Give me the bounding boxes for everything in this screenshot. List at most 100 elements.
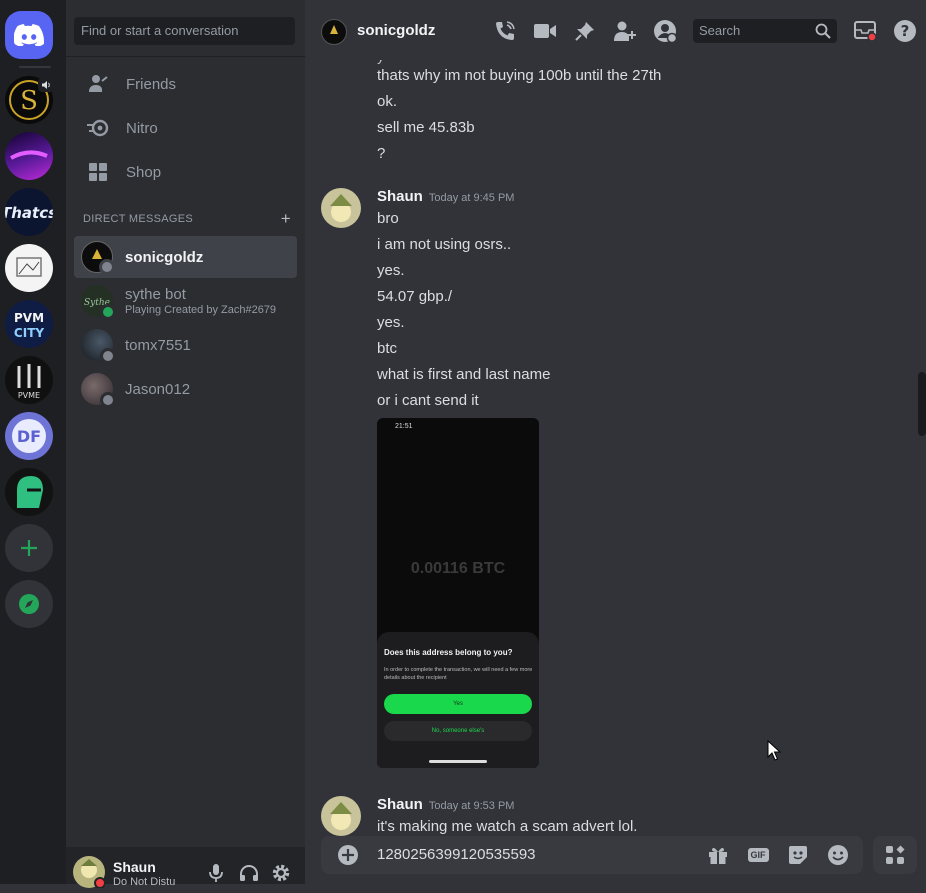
- plus-icon: [21, 540, 37, 556]
- sticker-icon: [789, 846, 807, 864]
- status-online-icon: [100, 304, 116, 320]
- add-server-button[interactable]: [5, 524, 53, 572]
- nav-nitro[interactable]: Nitro: [74, 108, 297, 148]
- search-input[interactable]: Search: [693, 19, 837, 43]
- create-dm-button[interactable]: +: [281, 210, 291, 227]
- message-line: yes.: [377, 262, 405, 279]
- dm-item-tomx7551[interactable]: tomx7551: [74, 324, 297, 366]
- dm-item-sythe-bot[interactable]: Sythe sythe bot Playing Created by Zach#…: [74, 280, 297, 322]
- explore-servers-button[interactable]: [5, 580, 53, 628]
- server-icon-thatcs[interactable]: Thatcs: [5, 188, 53, 236]
- avatar: [81, 241, 115, 275]
- status-offline-icon: [100, 348, 116, 364]
- apps-button[interactable]: [873, 836, 917, 874]
- find-conversation-input[interactable]: Find or start a conversation: [74, 17, 295, 45]
- message-line: bro: [377, 210, 399, 227]
- avatar-figure-icon: [81, 859, 106, 889]
- server-icon-purple[interactable]: [5, 132, 53, 180]
- message-line: ok.: [377, 93, 398, 110]
- phone-call-icon: [496, 21, 515, 40]
- svg-text:DF: DF: [17, 427, 41, 446]
- start-video-call-button[interactable]: [532, 18, 558, 44]
- message-line: yes.: [377, 314, 405, 331]
- help-button[interactable]: ?: [892, 18, 918, 44]
- emoji-picker-button[interactable]: [827, 844, 849, 866]
- message-author[interactable]: Shaun Today at 9:45 PM: [377, 188, 514, 205]
- svg-text:?: ?: [901, 22, 910, 40]
- smiley-icon: [828, 845, 848, 865]
- server-icon-pvm-city[interactable]: PVM CITY: [5, 300, 53, 348]
- svg-text:Thatcs: Thatcs: [5, 204, 53, 222]
- dialog-no-button: No, someone else's: [384, 721, 532, 741]
- message-input-text[interactable]: 1280256399120535593: [377, 846, 536, 863]
- inbox-button[interactable]: [852, 18, 878, 44]
- svg-text:PVM: PVM: [14, 311, 44, 325]
- shop-icon: [86, 160, 110, 184]
- avatar: Sythe: [81, 285, 116, 320]
- speaker-icon: [38, 78, 54, 92]
- dm-name: tomx7551: [125, 336, 191, 354]
- rail-separator: [19, 66, 51, 68]
- image-attachment[interactable]: 21:51 0.00116 BTC Does this address belo…: [377, 418, 539, 768]
- send-gift-button[interactable]: [707, 844, 729, 866]
- server-icon-pvme[interactable]: PVME: [5, 356, 53, 404]
- start-voice-call-button[interactable]: [492, 18, 518, 44]
- author-name: Shaun: [377, 796, 423, 813]
- message-line: or i cant send it: [377, 392, 479, 409]
- dm-item-sonicgoldz[interactable]: sonicgoldz: [74, 236, 297, 278]
- dm-item-jason012[interactable]: Jason012: [74, 368, 297, 410]
- avatar: [81, 373, 116, 408]
- message-avatar[interactable]: [321, 188, 361, 228]
- dm-name: sythe bot: [125, 286, 186, 303]
- user-profile-button[interactable]: [652, 18, 678, 44]
- avatar-figure-icon: [330, 802, 352, 830]
- sticker-picker-button[interactable]: [787, 844, 809, 866]
- svg-text:CITY: CITY: [14, 326, 44, 340]
- message-line: sell me 45.83b: [377, 119, 475, 136]
- gear-icon: [272, 864, 290, 882]
- home-indicator: [429, 760, 487, 763]
- compass-icon: [19, 594, 39, 614]
- sketch-logo-icon: [16, 257, 42, 277]
- message-composer[interactable]: 1280256399120535593 GIF: [321, 836, 863, 874]
- apps-icon: [886, 845, 905, 864]
- dm-name: sonicgoldz: [125, 248, 204, 266]
- nav-friends[interactable]: Friends: [74, 64, 297, 104]
- svg-text:S: S: [20, 86, 38, 116]
- channel-header: sonicgoldz Search ?: [305, 0, 926, 60]
- upload-attachment-button[interactable]: [337, 844, 359, 866]
- inbox-icon: [854, 21, 877, 42]
- message-scrollbar[interactable]: [918, 372, 926, 436]
- header-avatar: [321, 19, 347, 45]
- server-icon-df[interactable]: DF: [5, 412, 53, 460]
- gif-picker-button[interactable]: GIF: [747, 844, 769, 866]
- message-line: 54.07 gbp./: [377, 288, 453, 305]
- nav-nitro-label: Nitro: [126, 119, 158, 137]
- user-avatar[interactable]: [73, 856, 106, 889]
- add-friends-to-dm-button[interactable]: [612, 18, 638, 44]
- deafen-button[interactable]: [238, 862, 260, 884]
- user-panel: Shaun Do Not Distu: [66, 847, 305, 889]
- user-settings-button[interactable]: [270, 862, 292, 884]
- discord-home-button[interactable]: [5, 11, 53, 59]
- message-avatar[interactable]: [321, 796, 361, 836]
- direct-messages-header: DIRECT MESSAGES +: [83, 210, 291, 227]
- gift-icon: [709, 847, 727, 864]
- df-logo-icon: DF: [12, 419, 46, 453]
- pinned-messages-button[interactable]: [572, 18, 598, 44]
- add-user-icon: [614, 21, 636, 41]
- gif-label: GIF: [747, 848, 769, 862]
- mute-microphone-button[interactable]: [205, 862, 227, 884]
- message-author[interactable]: Shaun Today at 9:53 PM: [377, 796, 514, 813]
- message-line: i am not using osrs..: [377, 236, 512, 253]
- green-helmet-icon: [17, 476, 43, 508]
- friends-icon: [86, 72, 110, 96]
- server-icon-helmet[interactable]: [5, 468, 53, 516]
- server-icon-sketch[interactable]: [5, 244, 53, 292]
- search-icon: [815, 23, 831, 47]
- gold-crest-icon: [330, 25, 338, 34]
- sidebar-divider: [66, 56, 305, 57]
- nav-shop[interactable]: Shop: [74, 152, 297, 192]
- message-line: btc: [377, 340, 398, 357]
- neon-swoosh-icon: [10, 150, 48, 160]
